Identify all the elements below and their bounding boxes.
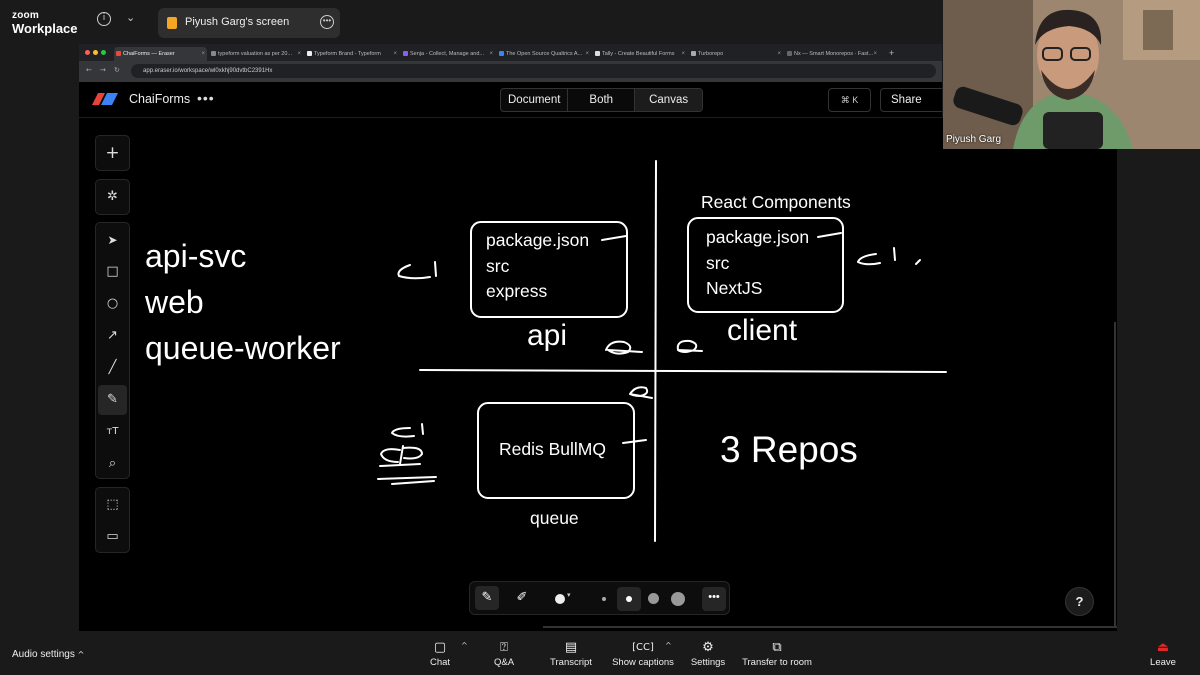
vertical-scrollbar[interactable]	[1114, 322, 1116, 628]
client-heading: React Components	[701, 192, 851, 212]
stroke-size-small[interactable]	[602, 597, 606, 601]
tick-mark	[817, 232, 842, 238]
pen-icon[interactable]: ✎	[475, 586, 499, 610]
scribble	[421, 423, 424, 435]
color-picker[interactable]	[555, 594, 565, 604]
horizontal-divider	[419, 369, 947, 373]
queue-box-text: Redis BullMQ	[499, 439, 606, 459]
tick-mark	[601, 235, 627, 241]
pen-options-toolbar: ✎ ✐ ▾ •••	[469, 581, 730, 615]
api-box-line: src	[486, 255, 510, 276]
chevron-down-icon[interactable]: ▾	[567, 591, 571, 599]
api-box-content: package.json src express	[486, 228, 589, 305]
repos-text: 3 Repos	[720, 429, 858, 470]
chevron-up-icon: ^	[77, 650, 85, 659]
scribble	[915, 259, 921, 265]
captions-label: Show captions	[612, 657, 674, 668]
presenter-name: Piyush Garg	[946, 134, 1002, 145]
scribble	[377, 476, 437, 480]
leave-icon: ⏏	[1156, 640, 1170, 655]
presenter-video	[943, 0, 1200, 149]
scribble	[397, 264, 431, 280]
zoom-window: zoom Workplace i ⌄ Piyush Garg's screen …	[0, 0, 1200, 675]
stroke-size-medium[interactable]	[617, 587, 641, 611]
queue-label: queue	[530, 508, 579, 528]
transfer-icon: ⧉	[772, 640, 782, 655]
chat-icon: ▢	[433, 640, 447, 655]
api-box-line: express	[486, 281, 548, 301]
transfer-label: Transfer to room	[742, 657, 812, 668]
transfer-to-room-button[interactable]: ⧉ Transfer to room	[740, 639, 814, 668]
scribble	[605, 340, 643, 355]
gear-icon: ⚙	[702, 640, 714, 655]
qa-button[interactable]: ⍰ Q&A	[489, 639, 519, 668]
leave-button[interactable]: ⏏ Leave	[1148, 639, 1178, 668]
settings-label: Settings	[690, 657, 726, 668]
transcript-label: Transcript	[550, 657, 592, 668]
more-options-icon[interactable]: •••	[702, 587, 726, 611]
scribble	[629, 386, 653, 399]
stroke-size-large[interactable]	[648, 593, 659, 604]
client-box-line: NextJS	[706, 278, 763, 298]
client-box-content: package.json src NextJS	[706, 225, 809, 302]
client-label: client	[727, 314, 798, 347]
vertical-divider	[654, 160, 657, 542]
chevron-up-icon[interactable]: ^	[665, 641, 672, 650]
client-box-line: src	[706, 252, 730, 273]
api-box-line: package.json	[486, 230, 590, 250]
api-label: api	[527, 319, 568, 352]
scribble	[676, 339, 703, 353]
audio-settings-label: Audio settings	[12, 649, 75, 660]
horizontal-scrollbar[interactable]	[543, 626, 1117, 628]
highlighter-icon[interactable]: ✐	[510, 586, 534, 610]
qa-label: Q&A	[493, 657, 515, 668]
audio-settings-button[interactable]: Audio settings ^	[12, 649, 84, 660]
help-button[interactable]: ?	[1065, 587, 1094, 616]
settings-button[interactable]: ⚙ Settings	[688, 639, 728, 668]
scribble	[391, 427, 415, 438]
chevron-up-icon[interactable]: ^	[461, 641, 468, 650]
leave-label: Leave	[1150, 657, 1176, 668]
transcript-button[interactable]: ▤ Transcript	[545, 639, 597, 668]
scribble	[434, 261, 437, 277]
scribble	[857, 253, 881, 266]
scribble	[380, 445, 423, 465]
qa-icon: ⍰	[500, 640, 508, 655]
chat-label: Chat	[429, 657, 451, 668]
chat-button[interactable]: ▢ Chat	[425, 639, 455, 668]
transcript-icon: ▤	[564, 640, 578, 655]
zoom-meeting-controls: Audio settings ^ ▢ Chat ^ ⍰ Q&A ▤ Transc…	[0, 631, 1200, 675]
presenter-image	[943, 0, 1200, 149]
stroke-size-xlarge[interactable]	[671, 592, 685, 606]
client-box-line: package.json	[706, 227, 810, 247]
scribble	[391, 480, 435, 485]
scribble	[893, 247, 896, 261]
scribble	[379, 463, 421, 467]
